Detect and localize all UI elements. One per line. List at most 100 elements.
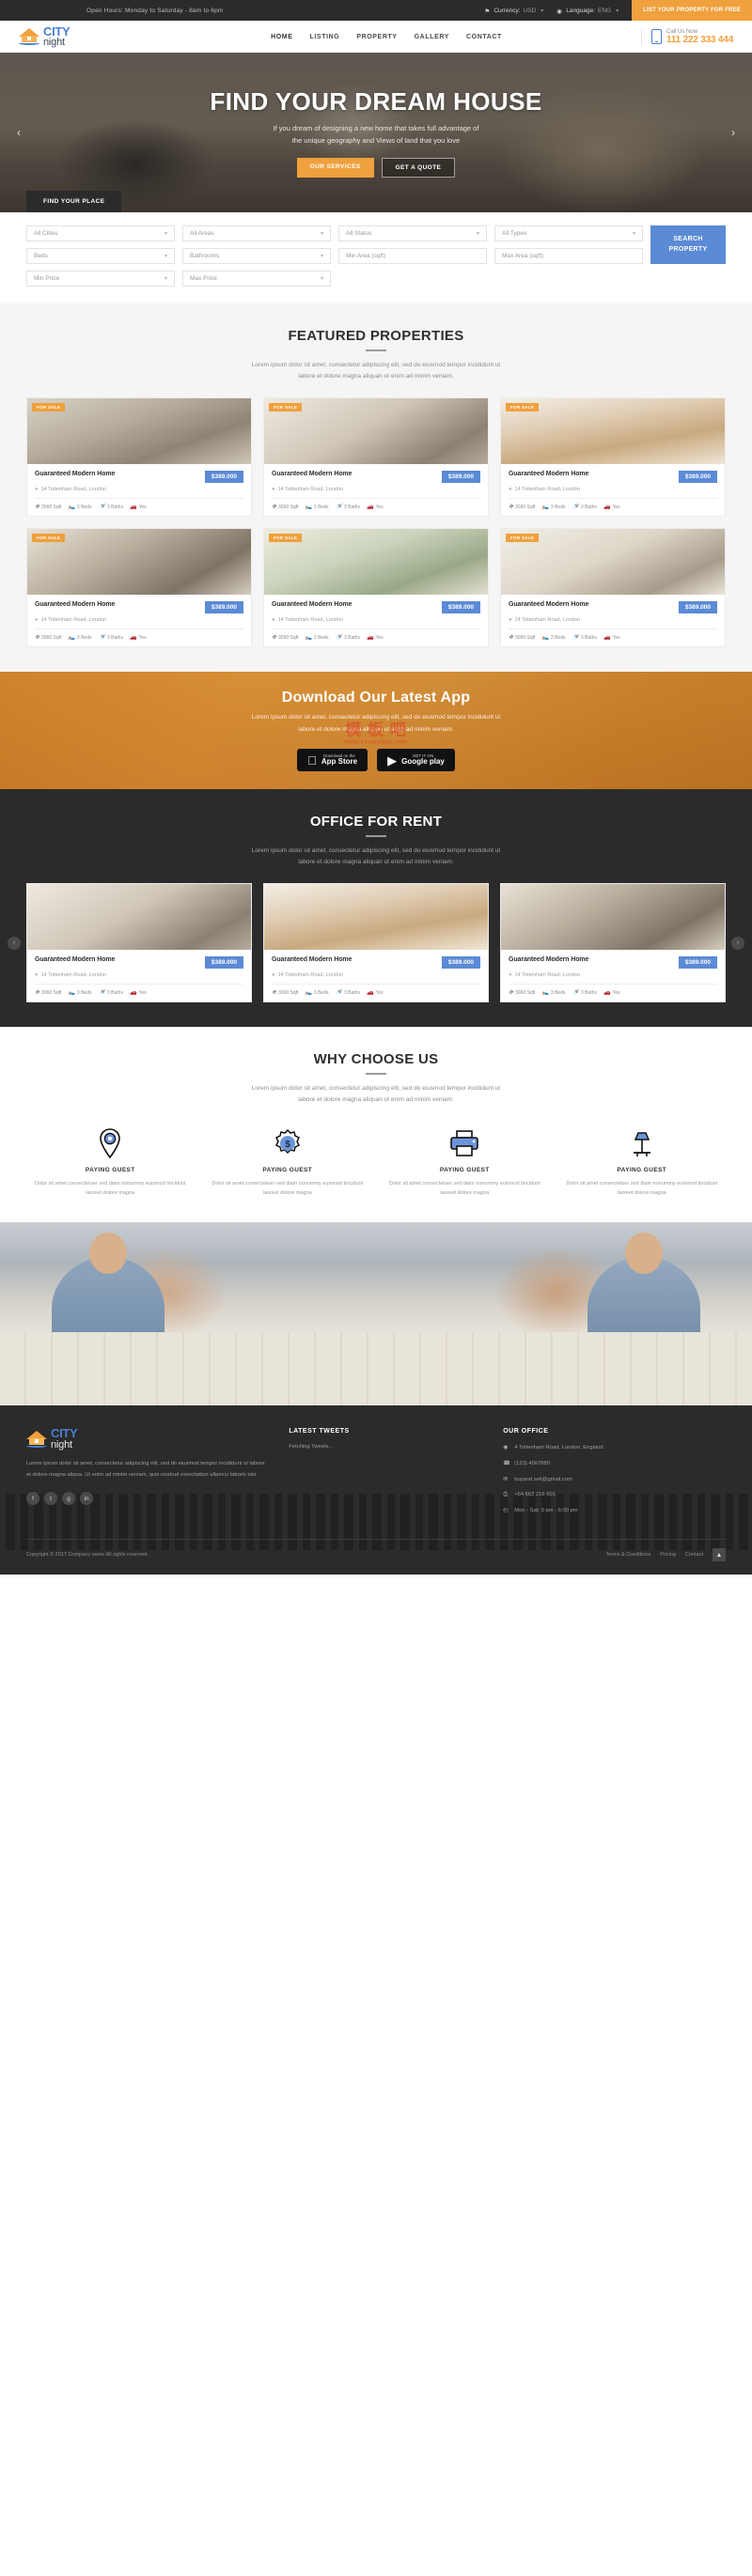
feature-paying-guest-2: $ PAYING GUEST Dolor sit amet consectetu… bbox=[204, 1127, 372, 1199]
search-input-beds[interactable]: Beds ▾ bbox=[26, 248, 175, 264]
property-card[interactable]: FOR SALE Guaranteed Modern Home $389.000 ● 1… bbox=[26, 397, 252, 518]
bath-icon: 🚿 bbox=[572, 990, 579, 997]
property-card[interactable]: FOR SALE Guaranteed Modern Home $389.000 ● 1… bbox=[26, 528, 252, 648]
dollar-badge-icon: $ bbox=[204, 1127, 372, 1159]
linkedin-icon[interactable]: in bbox=[80, 1492, 93, 1506]
search-input-max-area[interactable]: Max Area (sqft) bbox=[494, 248, 643, 264]
map-pin-icon: ● bbox=[35, 487, 39, 493]
car-icon: 🚗 bbox=[366, 990, 374, 997]
contact-item: ⎙ +64 662 216 601 bbox=[503, 1491, 726, 1500]
contact-item: ◴ Mon - Sat: 9 am - 6:00 pm bbox=[503, 1507, 726, 1516]
property-card[interactable]: Guaranteed Modern Home $389.000 ● 14 Totten… bbox=[263, 883, 489, 1003]
google-play-big-text: Google play bbox=[397, 757, 445, 767]
twitter-icon[interactable]: t bbox=[44, 1492, 57, 1506]
property-image bbox=[27, 884, 251, 951]
chevron-down-icon: ▾ bbox=[164, 254, 167, 259]
google-play-button[interactable]: ▶ GET IT ON Google play bbox=[377, 749, 455, 771]
currency-label: Currency: bbox=[494, 7, 521, 14]
search-property-button[interactable]: SEARCH PROPERTY bbox=[650, 225, 726, 264]
search-input-max-price[interactable]: Max Price ▾ bbox=[182, 271, 331, 287]
globe-icon: ◉ bbox=[556, 8, 562, 15]
nav-item-property[interactable]: PROPERTY bbox=[356, 34, 397, 40]
property-address: ● 14 Tottenham Road, London bbox=[272, 617, 343, 624]
feature-sqft: ✥ 3060 Sqft bbox=[272, 634, 299, 642]
nav-item-gallery[interactable]: GALLERY bbox=[415, 34, 449, 40]
footer-link-pricing[interactable]: Pricing bbox=[660, 1552, 676, 1558]
feature-desc: Dolor sit amet consectetuer sed diam non… bbox=[212, 1180, 364, 1196]
contact-item: ✉ buyand.sell@gmail.com bbox=[503, 1476, 726, 1485]
property-title: Guaranteed Modern Home bbox=[272, 601, 352, 609]
feature-sqft: ✥ 3060 Sqft bbox=[35, 504, 62, 511]
search-input-min-area[interactable]: Min Area (sqft) bbox=[338, 248, 487, 264]
feature-baths: 🚿 3 Baths bbox=[98, 634, 123, 642]
feature-sqft: ✥ 3060 Sqft bbox=[35, 989, 62, 997]
property-card[interactable]: FOR SALE Guaranteed Modern Home $389.000 ● 1… bbox=[263, 528, 489, 648]
chevron-down-icon: ▾ bbox=[616, 8, 619, 14]
property-card[interactable]: FOR SALE Guaranteed Modern Home $389.000 ● 1… bbox=[500, 397, 726, 518]
office-next-arrow[interactable]: › bbox=[731, 936, 744, 950]
google-plus-icon[interactable]: g bbox=[62, 1492, 75, 1506]
footer-bottom-bar: Copyright © 2017 Company name All rights… bbox=[26, 1539, 726, 1562]
property-address: ● 14 Tottenham Road, London bbox=[272, 487, 343, 493]
call-us-number: 111 222 333 444 bbox=[666, 34, 733, 45]
nav-item-listing[interactable]: LISTING bbox=[310, 34, 340, 40]
currency-selector[interactable]: ⚑ Currency: USD ▾ bbox=[484, 7, 543, 15]
car-icon: 🚗 bbox=[603, 504, 611, 511]
property-price: $389.000 bbox=[678, 956, 717, 970]
field-label: Bathrooms bbox=[190, 253, 220, 259]
car-icon: 🚗 bbox=[129, 635, 137, 642]
search-button-line1: SEARCH bbox=[673, 236, 703, 242]
feature-desc: Dolor sit amet consectetuer sed diam non… bbox=[34, 1180, 186, 1196]
feature-garage: 🚗 Yes bbox=[603, 634, 620, 642]
property-card[interactable]: Guaranteed Modern Home $389.000 ● 14 Totten… bbox=[500, 883, 726, 1003]
hero-prev-arrow[interactable]: ‹ bbox=[17, 126, 21, 139]
car-icon: 🚗 bbox=[603, 990, 611, 997]
office-prev-arrow[interactable]: ‹ bbox=[8, 936, 21, 950]
why-choose-us-section: WHY CHOOSE US Lorem ipsum dolor sit amet… bbox=[0, 1027, 752, 1222]
site-footer: CITY night Lorem ipsum dolor sit amet, c… bbox=[0, 1405, 752, 1575]
site-header: CITY night HOME LISTING PROPERTY GALLERY… bbox=[0, 21, 752, 53]
title-divider bbox=[366, 835, 386, 837]
search-input-all-areas[interactable]: All Areas ▾ bbox=[182, 225, 331, 241]
site-logo[interactable]: CITY night bbox=[19, 24, 132, 48]
property-address: ● 14 Tottenham Road, London bbox=[35, 617, 106, 624]
call-us-block[interactable]: Call Us Now 111 222 333 444 bbox=[641, 28, 733, 45]
property-search-panel: All Cities ▾ All Areas ▾ All Status ▾ All T… bbox=[0, 212, 752, 303]
footer-link-contact[interactable]: Contact bbox=[685, 1552, 703, 1558]
get-a-quote-button[interactable]: GET A QUOTE bbox=[381, 158, 456, 178]
feature-beds: 🛌 3 Beds bbox=[68, 504, 92, 511]
search-input-all-cities[interactable]: All Cities ▾ bbox=[26, 225, 175, 241]
property-features: ✥ 3060 Sqft 🛌 3 Beds 🚿 3 Baths 🚗 Yes bbox=[35, 984, 243, 996]
hero-title: FIND YOUR DREAM HOUSE bbox=[210, 86, 542, 116]
car-icon: 🚗 bbox=[366, 635, 374, 642]
search-input-all-status[interactable]: All Status ▾ bbox=[338, 225, 487, 241]
property-card[interactable]: FOR SALE Guaranteed Modern Home $389.000 ● 1… bbox=[263, 397, 489, 518]
property-image: FOR SALE bbox=[264, 398, 488, 465]
feature-sqft: ✥ 3060 Sqft bbox=[272, 989, 299, 997]
feature-title: PAYING GUEST bbox=[85, 1166, 135, 1173]
property-card[interactable]: Guaranteed Modern Home $389.000 ● 14 Totten… bbox=[26, 883, 252, 1003]
find-your-place-tab[interactable]: FIND YOUR PLACE bbox=[26, 191, 122, 212]
car-icon: 🚗 bbox=[129, 990, 137, 997]
property-title: Guaranteed Modern Home bbox=[35, 956, 116, 964]
property-card[interactable]: FOR SALE Guaranteed Modern Home $389.000 ● 1… bbox=[500, 528, 726, 648]
property-address: ● 14 Tottenham Road, London bbox=[35, 487, 106, 493]
search-input-bathrooms[interactable]: Bathrooms ▾ bbox=[182, 248, 331, 264]
search-input-all-types[interactable]: All Types ▾ bbox=[494, 225, 643, 241]
footer-link-terms[interactable]: Terms & Conditions bbox=[606, 1552, 651, 1558]
list-property-button[interactable]: LIST YOUR PROPERTY FOR FREE bbox=[632, 0, 752, 21]
search-input-min-price[interactable]: Min Price ▾ bbox=[26, 271, 175, 287]
map-pin-icon: ● bbox=[272, 972, 275, 979]
nav-item-home[interactable]: HOME bbox=[271, 34, 292, 40]
facebook-icon[interactable]: f bbox=[26, 1492, 39, 1506]
map-pin-icon: ● bbox=[35, 617, 39, 624]
field-label: Min Area (sqft) bbox=[346, 253, 386, 259]
language-selector[interactable]: ◉ Language: ENG ▾ bbox=[556, 8, 619, 15]
scroll-to-top-button[interactable]: ▲ bbox=[713, 1548, 726, 1562]
our-services-button[interactable]: OUR SERVICES bbox=[296, 158, 374, 178]
feature-paying-guest-1: PAYING GUEST Dolor sit amet consectetuer… bbox=[26, 1127, 195, 1199]
app-store-button[interactable]:  Download on the App Store bbox=[297, 749, 368, 771]
hero-next-arrow[interactable]: › bbox=[731, 126, 735, 139]
nav-item-contact[interactable]: CONTACT bbox=[466, 34, 502, 40]
footer-logo[interactable]: CITY night bbox=[26, 1427, 268, 1451]
